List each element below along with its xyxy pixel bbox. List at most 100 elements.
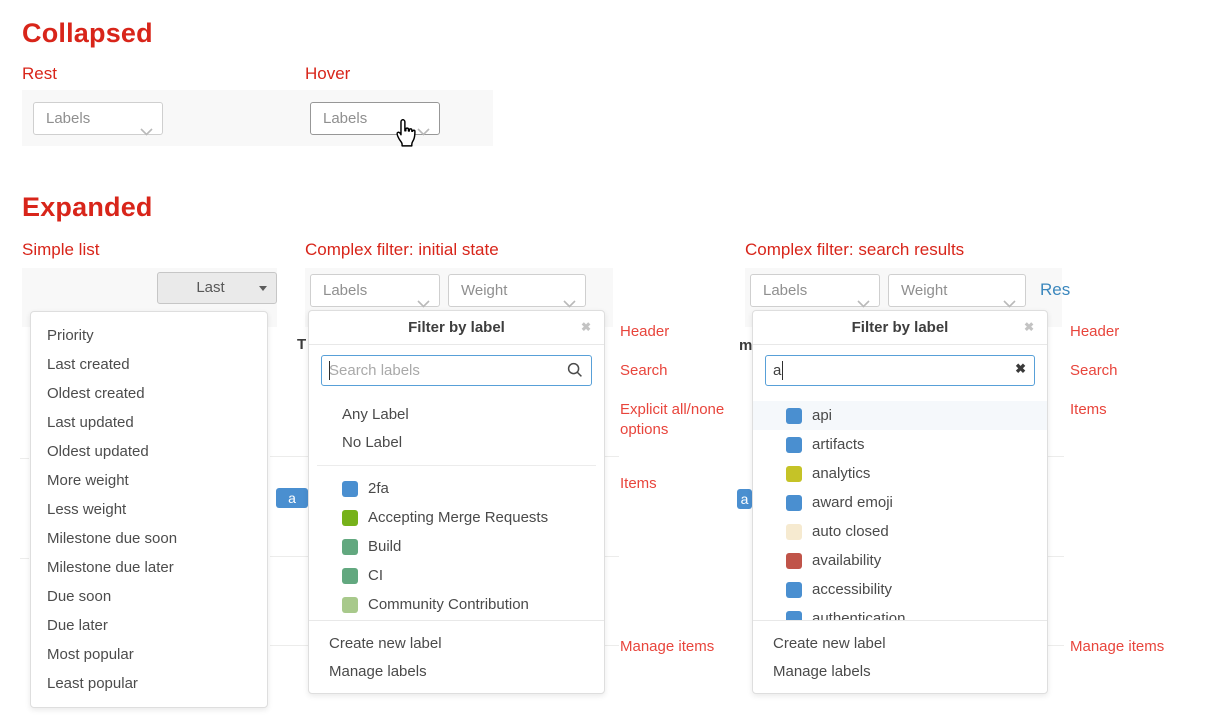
labels-dropdown-label: Labels — [46, 110, 90, 127]
background-divider-line — [270, 456, 308, 457]
text-caret — [329, 361, 330, 380]
sort-option[interactable]: Due later — [31, 611, 267, 640]
panel-header: Filter by label ✖ — [309, 311, 604, 345]
label-color-chip — [786, 466, 802, 482]
label-item[interactable]: CI — [309, 561, 604, 590]
sort-option[interactable]: Milestone due soon — [31, 524, 267, 553]
weight-dropdown-label: Weight — [901, 282, 947, 299]
label-item[interactable]: authentication — [753, 604, 1047, 620]
label-name: authentication — [812, 610, 905, 620]
label-name: accessibility — [812, 581, 892, 598]
state-label-rest: Rest — [22, 64, 57, 84]
section-title-collapsed: Collapsed — [22, 18, 153, 49]
background-divider-line — [1048, 556, 1064, 557]
background-divider-line — [1048, 645, 1064, 646]
label-color-chip — [342, 539, 358, 555]
caret-down-icon — [259, 286, 267, 291]
background-divider-line — [270, 645, 308, 646]
weight-dropdown[interactable]: Weight — [448, 274, 586, 307]
sort-option[interactable]: Due soon — [31, 582, 267, 611]
labels-dropdown[interactable]: Labels — [750, 274, 880, 307]
sort-option[interactable]: Less weight — [31, 495, 267, 524]
label-color-chip — [786, 582, 802, 598]
label-item[interactable]: auto closed — [753, 517, 1047, 546]
background-divider-line — [1048, 456, 1064, 457]
search-input[interactable] — [321, 355, 592, 386]
background-label-fragment: a — [737, 489, 752, 509]
label-item[interactable]: artifacts — [753, 430, 1047, 459]
section-title-expanded: Expanded — [22, 192, 153, 223]
background-divider-line — [605, 645, 619, 646]
label-item[interactable]: 2fa — [309, 474, 604, 503]
label-name: Community Contribution — [368, 596, 529, 613]
label-list: Any LabelNo Label 2fa Accepting Merge Re… — [309, 395, 604, 620]
label-item[interactable]: analytics — [753, 459, 1047, 488]
panel-footer: Create new labelManage labels — [753, 620, 1047, 695]
reset-link[interactable]: Res — [1040, 280, 1070, 300]
panel-header: Filter by label ✖ — [753, 311, 1047, 345]
label-color-chip — [786, 408, 802, 424]
search-area: ✖ — [753, 345, 1047, 395]
list-option[interactable]: No Label — [309, 429, 604, 457]
state-label-hover: Hover — [305, 64, 350, 84]
label-color-chip — [342, 510, 358, 526]
label-items: api artifacts analytics award emoji auto… — [753, 401, 1047, 620]
background-text-fragment: T — [297, 336, 306, 353]
label-color-chip — [786, 611, 802, 621]
design-spec-page: Collapsed Rest Hover Labels Labels Expan… — [0, 0, 1218, 722]
label-color-chip — [786, 524, 802, 540]
label-name: analytics — [812, 465, 870, 482]
label-filter-panel-search: Filter by label ✖ ✖ api artifacts — [752, 310, 1048, 694]
labels-dropdown[interactable]: Labels — [310, 274, 440, 307]
label-item[interactable]: Community Contribution — [309, 590, 604, 619]
label-name: CI — [368, 567, 383, 584]
list-divider — [317, 465, 596, 466]
label-color-chip — [786, 437, 802, 453]
label-name: availability — [812, 552, 881, 569]
sort-dropdown-panel: PriorityLast createdOldest createdLast u… — [30, 311, 268, 708]
callout-label: Search — [620, 361, 745, 381]
footer-action[interactable]: Create new label — [753, 630, 1047, 658]
search-input[interactable] — [765, 355, 1035, 386]
all-none-options: Any LabelNo Label — [309, 401, 604, 457]
footer-action[interactable]: Manage labels — [753, 658, 1047, 686]
label-name: auto closed — [812, 523, 889, 540]
sort-option[interactable]: Last created — [31, 350, 267, 379]
background-label-fragment: a — [276, 488, 308, 508]
background-text-fragment: m — [739, 337, 752, 354]
footer-action[interactable]: Manage labels — [309, 658, 604, 686]
clear-icon[interactable]: ✖ — [1015, 361, 1026, 377]
sort-toggle-button[interactable]: Last created — [157, 272, 277, 304]
sort-option[interactable]: Milestone due later — [31, 553, 267, 582]
label-item[interactable]: api — [753, 401, 1047, 430]
sort-option[interactable]: More weight — [31, 466, 267, 495]
label-item[interactable]: award emoji — [753, 488, 1047, 517]
weight-dropdown[interactable]: Weight — [888, 274, 1026, 307]
label-item[interactable]: availability — [753, 546, 1047, 575]
close-icon[interactable]: ✖ — [581, 311, 591, 344]
callout-label: Header — [620, 322, 745, 342]
sort-option[interactable]: Least popular — [31, 669, 267, 698]
label-item[interactable]: Accepting Merge Requests — [309, 503, 604, 532]
label-item[interactable]: Build — [309, 532, 604, 561]
callout-label: Search — [1070, 361, 1195, 381]
close-icon[interactable]: ✖ — [1024, 311, 1034, 344]
sort-option[interactable]: Oldest updated — [31, 437, 267, 466]
weight-dropdown-label: Weight — [461, 282, 507, 299]
labels-dropdown-rest[interactable]: Labels — [33, 102, 163, 135]
labels-dropdown-label: Labels — [323, 110, 367, 127]
panel-footer: Create new labelManage labels — [309, 620, 604, 695]
text-caret — [782, 361, 783, 380]
background-divider-line — [20, 458, 29, 459]
labels-dropdown-hover[interactable]: Labels — [310, 102, 440, 135]
footer-action[interactable]: Create new label — [309, 630, 604, 658]
sort-option[interactable]: Oldest created — [31, 379, 267, 408]
panel-title: Filter by label — [753, 311, 1047, 344]
sort-option[interactable]: Most popular — [31, 640, 267, 669]
label-item[interactable]: accessibility — [753, 575, 1047, 604]
callout-label: Explicit all/none options — [620, 400, 745, 440]
sort-option[interactable]: Last updated — [31, 408, 267, 437]
sort-option[interactable]: Priority — [31, 321, 267, 350]
callout-label: Manage items — [1070, 637, 1195, 657]
list-option[interactable]: Any Label — [309, 401, 604, 429]
